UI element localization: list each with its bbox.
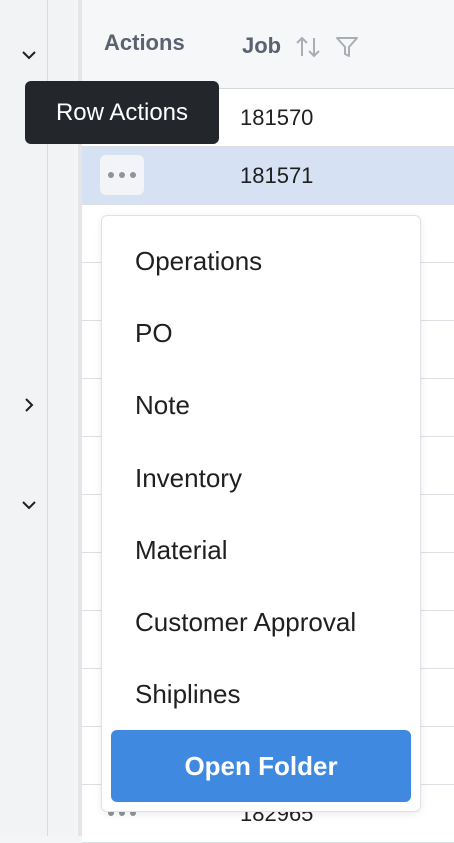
menu-item-shiplines[interactable]: Shiplines [135,679,241,710]
sort-icon[interactable] [294,34,322,60]
menu-item-material[interactable]: Material [135,535,227,566]
actions-column-header: Actions [104,30,185,55]
row-actions-button[interactable] [100,155,144,195]
more-horizontal-icon [108,172,136,178]
grid-header: Actions Job [82,0,454,89]
job-cell: 181571 [240,163,314,188]
job-column-header[interactable]: Job [242,33,281,59]
row-actions-tooltip: Row Actions [25,81,219,144]
table-row[interactable]: 181571 [82,147,454,205]
job-cell: 181570 [240,105,314,130]
open-folder-button[interactable]: Open Folder [111,730,411,802]
chevron-down-icon[interactable] [20,496,38,514]
menu-item-po[interactable]: PO [135,318,173,349]
row-actions-menu: Operations PO Note Inventory Material Cu… [101,215,421,812]
menu-item-operations[interactable]: Operations [135,246,262,277]
menu-item-inventory[interactable]: Inventory [135,463,242,494]
chevron-down-icon[interactable] [20,46,38,64]
menu-item-customer-approval[interactable]: Customer Approval [135,607,356,638]
chevron-right-icon[interactable] [20,396,38,414]
menu-item-note[interactable]: Note [135,390,190,421]
filter-icon[interactable] [334,34,360,60]
